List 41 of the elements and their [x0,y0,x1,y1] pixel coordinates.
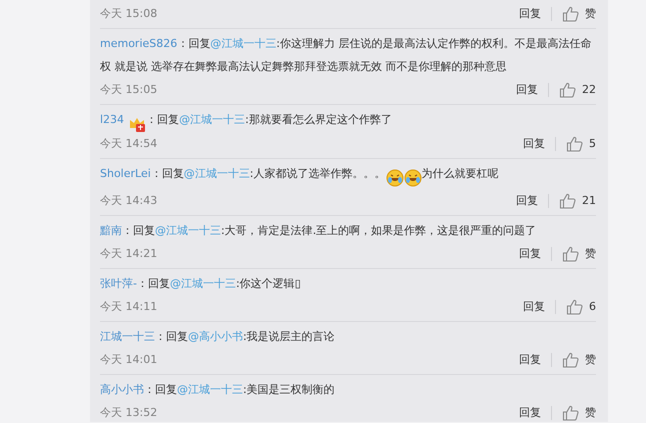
like-button[interactable]: 赞 [562,352,596,368]
like-button[interactable]: 赞 [562,6,596,22]
comment-text: memorieS826：回复@江城一十三:你这理解力 层住说的是最高法认定作弊的权利。不是最高法任命权 就是说 选举存在舞弊最高法认定舞弊那拜登选票就无效 而不是你理解的那种意思 [100,36,592,75]
like-button[interactable]: 22 [559,82,596,98]
thumbs-up-icon [559,82,576,98]
thumbs-up-icon [566,298,583,315]
laughing-emoji-icon [386,170,404,184]
comment-time: 今天 15:05 [100,82,158,98]
comment-text: SholerLei：回复@江城一十三:人家都说了选举作弊。。。 为什么就要杠呢 [100,162,596,189]
reply-button[interactable]: 回复 [523,136,545,152]
reply-button[interactable]: 回复 [519,404,541,422]
reply-button[interactable]: 回复 [516,192,538,210]
like-button[interactable]: 5 [566,136,596,152]
reply-button[interactable]: 回复 [523,298,545,316]
comment-text: 黯南：回复@江城一十三:大哥，肯定是法律.至上的啊，如果是作弊，这是很严重的问题了 [100,222,538,239]
laughing-emoji-icon [404,170,422,184]
like-button[interactable]: 赞 [562,404,596,422]
comment-text: l234 ：回复@江城一十三:那就要看怎么界定这个作弊了 [100,108,596,132]
comment-text: 张叶萍-：回复@江城一十三:你这个逻辑▯ [100,276,302,292]
thumbs-up-icon [566,136,583,152]
thumbs-up-icon [562,6,579,22]
like-button[interactable]: 赞 [562,246,596,262]
thumbs-up-icon [559,192,576,209]
reply-button[interactable]: 回复 [516,82,538,98]
reply-button[interactable]: 回复 [519,352,541,368]
thumbs-up-icon [562,404,579,421]
comment-time: 今天 15:08 [100,6,158,22]
thumbs-up-icon [562,246,579,262]
comment-time: 今天 14:21 [100,246,158,262]
thumbs-up-icon [562,352,579,368]
comment-time: 今天 14:11 [100,298,158,315]
comment-time: 今天 13:52 [100,404,158,421]
comment-text: 高小小书：回复@江城一十三:美国是三权制衡的 [100,382,336,398]
reply-button[interactable]: 回复 [519,246,541,262]
comment-text: 江城一十三：回复@高小小书:我是说层主的言论 [100,328,336,345]
like-button[interactable]: 6 [566,298,596,316]
like-button[interactable]: 21 [559,192,596,210]
comment-time: 今天 14:43 [100,192,158,209]
comment-time: 今天 14:01 [100,352,158,368]
comment-time: 今天 14:54 [100,136,158,152]
reply-button[interactable]: 回复 [519,6,541,22]
